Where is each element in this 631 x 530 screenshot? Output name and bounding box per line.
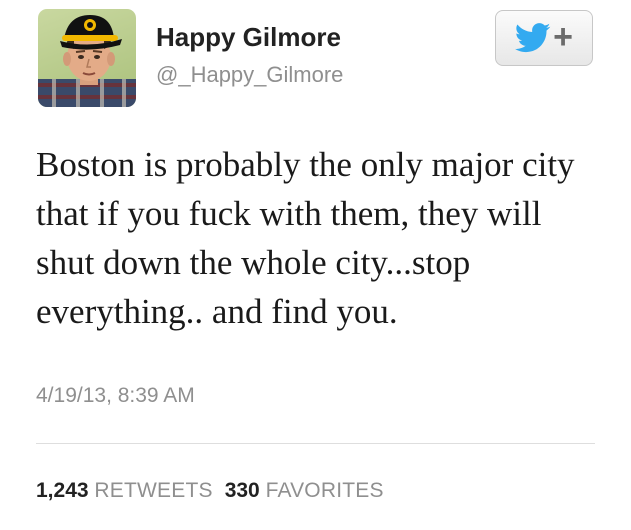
retweets-label: RETWEETS (94, 479, 213, 502)
twitter-bird-icon (515, 23, 551, 53)
tweet-timestamp[interactable]: 4/19/13, 8:39 AM (36, 384, 195, 408)
tweet-card: Happy Gilmore @_Happy_Gilmore + Boston i… (0, 0, 631, 530)
follow-plus-icon: + (553, 17, 573, 56)
retweets-count: 1,243 (36, 479, 89, 502)
retweets-stat[interactable]: 1,243 RETWEETS (36, 479, 213, 502)
user-handle[interactable]: @_Happy_Gilmore (156, 62, 343, 88)
user-avatar-photo-icon (38, 15, 136, 107)
divider (36, 443, 595, 444)
avatar[interactable] (38, 9, 136, 107)
tweet-text: Boston is probably the only major city t… (36, 145, 575, 331)
tweet-stats: 1,243 RETWEETS 330 FAVORITES (36, 479, 384, 503)
favorites-stat[interactable]: 330 FAVORITES (225, 479, 384, 502)
favorites-label: FAVORITES (265, 479, 384, 502)
favorites-count: 330 (224, 479, 260, 502)
display-name[interactable]: Happy Gilmore (156, 22, 341, 53)
follow-button[interactable]: + (495, 10, 593, 66)
